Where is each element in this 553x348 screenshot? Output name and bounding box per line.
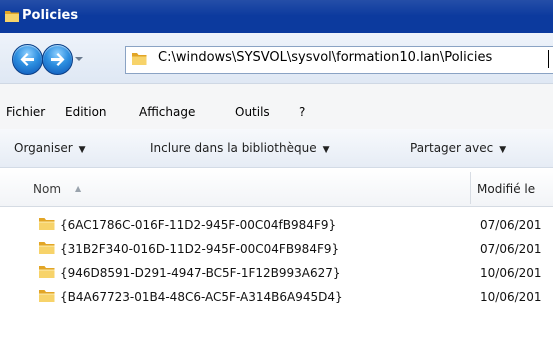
menu-file[interactable]: Fichier [6, 105, 45, 119]
folder-icon [130, 50, 148, 71]
file-modified-date: 07/06/201 [480, 218, 542, 232]
folder-icon [38, 288, 56, 307]
menu-view[interactable]: Affichage [139, 105, 195, 119]
file-modified-date: 10/06/201 [480, 290, 542, 304]
share-with-label: Partager avec [410, 141, 494, 155]
menu-edit[interactable]: Edition [65, 105, 107, 119]
window-title: Policies [22, 8, 79, 23]
title-bar-gloss [0, 0, 553, 16]
folder-icon [4, 8, 20, 27]
file-name[interactable]: {31B2F340-016D-11D2-945F-00C04FB984F9} [60, 242, 339, 256]
column-modified-header[interactable]: Modifié le [477, 182, 535, 196]
column-divider[interactable] [470, 172, 471, 204]
menu-help[interactable]: ? [299, 105, 305, 119]
folder-icon [38, 264, 56, 283]
menu-tools[interactable]: Outils [235, 105, 270, 119]
include-library-button[interactable]: Inclure dans la bibliothèque ▼ [150, 141, 330, 155]
organize-button[interactable]: Organiser ▼ [14, 141, 86, 155]
dropdown-arrow-icon: ▼ [499, 145, 507, 155]
file-name[interactable]: {946D8591-D291-4947-BC5F-1F12B993A627} [60, 266, 341, 280]
arrow-left-icon [20, 53, 34, 66]
text-cursor [548, 50, 549, 68]
file-name[interactable]: {B4A67723-01B4-48C6-AC5F-A314B6A945D4} [60, 290, 343, 304]
dropdown-arrow-icon: ▼ [78, 145, 86, 155]
forward-button[interactable] [42, 44, 73, 75]
arrow-right-icon [51, 53, 65, 66]
dropdown-arrow-icon: ▼ [322, 145, 330, 155]
file-modified-date: 10/06/201 [480, 266, 542, 280]
sort-ascending-icon: ▲ [75, 184, 82, 193]
file-name[interactable]: {6AC1786C-016F-11D2-945F-00C04fB984F9} [60, 218, 336, 232]
history-dropdown-icon[interactable] [74, 53, 84, 63]
share-with-button[interactable]: Partager avec ▼ [410, 141, 506, 155]
address-path[interactable]: C:\windows\SYSVOL\sysvol\formation10.lan… [158, 50, 492, 65]
folder-icon [38, 216, 56, 235]
back-button[interactable] [12, 44, 43, 75]
folder-icon [38, 240, 56, 259]
include-library-label: Inclure dans la bibliothèque [150, 141, 317, 155]
column-name-header[interactable]: Nom [33, 182, 61, 196]
organize-label: Organiser [14, 141, 73, 155]
file-modified-date: 07/06/201 [480, 242, 542, 256]
